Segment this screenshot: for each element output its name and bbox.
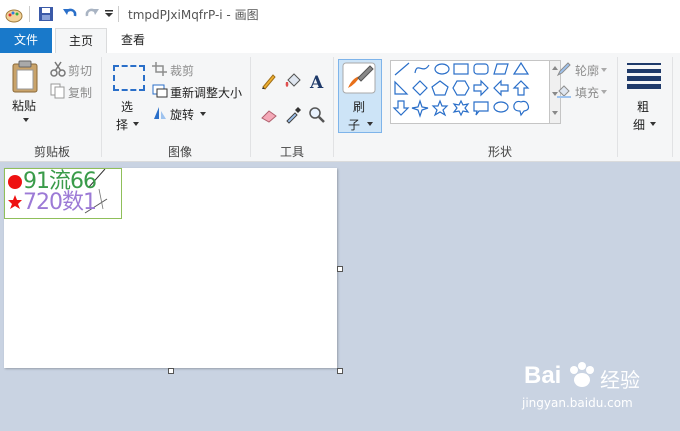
resize-icon (152, 84, 168, 98)
separator (118, 6, 119, 22)
pasted-image[interactable]: 91流66 720数1 (4, 168, 122, 219)
shapes-gallery-icons (392, 61, 530, 118)
rounded-callout-shape-icon (473, 101, 489, 116)
magnifier-icon[interactable] (308, 106, 326, 124)
brush-label-line2: 子 (348, 118, 361, 132)
ribbon-tab-bar: 文件 主页 查看 (0, 28, 680, 55)
select-label-line1[interactable]: 选 (121, 98, 133, 115)
brush-dropdown-icon[interactable] (366, 121, 374, 127)
rotate-button[interactable]: 旋转 (170, 106, 194, 123)
canvas-text-row2: 720数1 (23, 190, 97, 215)
group-separator (617, 57, 618, 157)
size-label-line2[interactable]: 细 (633, 116, 645, 133)
watermark-url: jingyan.baidu.com (522, 396, 633, 410)
paw-logo-icon (570, 362, 594, 387)
oval-shape-icon (434, 63, 450, 75)
ribbon: 粘贴 剪切 复制 剪贴板 选 择 裁剪 重新调整大小 旋转 图像 A 工具 刷 … (0, 53, 680, 162)
copy-button[interactable]: 复制 (68, 84, 92, 101)
red-star-icon (8, 195, 22, 209)
customize-toolbar-icon[interactable] (104, 10, 114, 18)
rotate-dropdown-icon[interactable] (199, 111, 207, 117)
select-dropdown-icon[interactable] (132, 121, 140, 127)
group-separator (672, 57, 673, 157)
title-bar: tmpdPJxiMqfrP-i - 画图 (0, 0, 680, 28)
rotate-icon (154, 107, 166, 119)
left-arrow-shape-icon (493, 79, 509, 97)
four-point-star-shape-icon (411, 99, 429, 118)
tab-file[interactable]: 文件 (0, 28, 52, 53)
six-point-star-shape-icon (452, 99, 470, 117)
size-label-line1[interactable]: 粗 (637, 98, 649, 115)
redo-icon[interactable] (84, 6, 100, 22)
fill-bucket-icon[interactable] (284, 72, 302, 90)
brushes-button[interactable]: 刷 子 (338, 59, 382, 133)
paste-dropdown-icon[interactable] (22, 117, 30, 123)
shapes-group-label: 形状 (487, 145, 512, 159)
select-label-line2[interactable]: 择 (116, 116, 128, 133)
rounded-rectangle-shape-icon (473, 63, 489, 75)
paste-clipboard-icon[interactable] (10, 59, 40, 93)
group-separator (333, 57, 334, 157)
crop-icon (152, 62, 167, 76)
clipboard-group-label: 剪贴板 (33, 145, 70, 159)
right-triangle-shape-icon (394, 80, 409, 95)
outline-brush-icon (556, 62, 571, 77)
cut-button[interactable]: 剪切 (68, 62, 92, 79)
up-arrow-shape-icon (512, 80, 530, 96)
copy-icon (50, 83, 65, 99)
pentagon-shape-icon (431, 80, 449, 96)
window-title: tmpdPJxiMqfrP-i - 画图 (128, 8, 259, 22)
watermark: Bai 经验 jingyan.baidu.com (520, 356, 680, 416)
fill-icon (557, 85, 571, 98)
curve-shape-icon (414, 64, 430, 74)
oval-callout-shape-icon (493, 101, 509, 113)
separator (29, 6, 30, 22)
tab-home[interactable]: 主页 (55, 28, 107, 55)
resize-handle-right[interactable] (337, 266, 343, 272)
rectangle-shape-icon (453, 63, 469, 75)
svg-text:A: A (309, 73, 324, 90)
crop-button[interactable]: 裁剪 (170, 62, 194, 79)
line-shape-icon (394, 62, 410, 76)
fill-button[interactable]: 填充 (575, 84, 599, 101)
pencil-icon[interactable] (260, 72, 278, 90)
resize-button[interactable]: 重新调整大小 (170, 84, 242, 101)
scissors-icon (50, 61, 66, 77)
right-arrow-shape-icon (473, 79, 489, 97)
watermark-brand2: 经验 (600, 368, 640, 392)
brush-icon (342, 62, 376, 94)
drawing-canvas[interactable]: 91流66 720数1 (4, 168, 337, 368)
down-arrow-shape-icon (392, 100, 410, 116)
resize-handle-corner[interactable] (337, 368, 343, 374)
image-group-label: 图像 (167, 145, 192, 159)
triangle-shape-icon (512, 61, 530, 75)
resize-handle-bottom[interactable] (168, 368, 174, 374)
group-separator (101, 57, 102, 157)
tools-group-label: 工具 (279, 145, 304, 159)
watermark-brand: Bai (524, 362, 562, 389)
tab-view[interactable]: 查看 (108, 28, 158, 53)
outline-dropdown-icon[interactable] (600, 67, 608, 73)
eraser-icon[interactable] (260, 106, 278, 124)
paint-app-icon[interactable] (4, 6, 24, 24)
outline-button[interactable]: 轮廓 (575, 62, 599, 79)
size-dropdown-icon[interactable] (649, 121, 657, 127)
text-tool-icon[interactable]: A (308, 72, 326, 90)
hexagon-shape-icon (452, 80, 470, 96)
undo-icon[interactable] (62, 6, 78, 22)
diamond-shape-icon (412, 80, 428, 96)
line-width-icon[interactable] (627, 63, 661, 89)
fill-dropdown-icon[interactable] (600, 89, 608, 95)
select-marquee-icon[interactable] (113, 65, 145, 91)
red-dot-icon (8, 175, 22, 189)
save-icon[interactable] (38, 6, 54, 22)
cloud-callout-shape-icon (513, 100, 530, 117)
shapes-gallery (390, 60, 550, 124)
polygon-shape-icon (493, 63, 509, 75)
brush-label-line1: 刷 (353, 100, 366, 114)
group-separator (250, 57, 251, 157)
color-picker-icon[interactable] (284, 106, 302, 124)
five-point-star-shape-icon (431, 99, 449, 117)
paste-button[interactable]: 粘贴 (12, 97, 36, 114)
